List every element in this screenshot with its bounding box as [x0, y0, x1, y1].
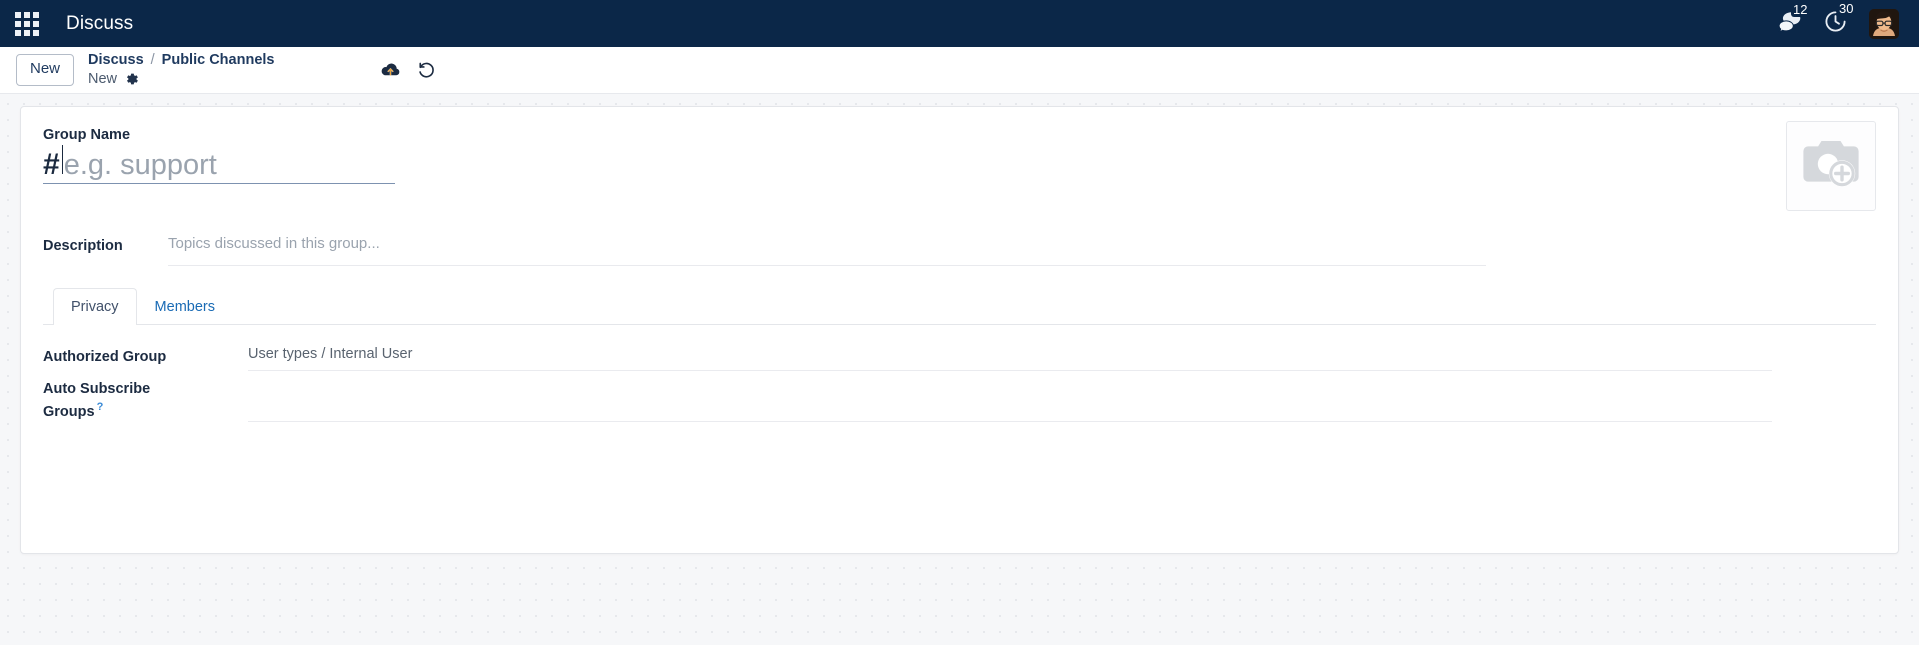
auto-subscribe-groups-row: Auto Subscribe Groups? — [43, 377, 1876, 423]
activities-count-badge: 30 — [1837, 0, 1856, 16]
breadcrumb-item-public-channels[interactable]: Public Channels — [162, 51, 275, 70]
tab-members[interactable]: Members — [137, 288, 233, 325]
navbar-right-actions: 12 30 — [1777, 0, 1905, 39]
sheet-area: Group Name # e.g. support Description To… — [0, 94, 1919, 554]
notebook-tabs: Privacy Members — [43, 288, 1876, 325]
group-name-placeholder: e.g. support — [63, 149, 217, 181]
description-placeholder: Topics discussed in this group... — [168, 235, 380, 252]
top-navbar: Discuss 12 30 — [0, 0, 1919, 47]
app-root: Discuss 12 30 New Discuss / Public Chann… — [0, 0, 1919, 645]
apps-grid-icon[interactable] — [14, 11, 40, 37]
new-button[interactable]: New — [16, 54, 75, 86]
camera-plus-icon — [1800, 137, 1862, 196]
title-row: Group Name # e.g. support — [43, 121, 1876, 211]
auto-subscribe-groups-input[interactable] — [248, 377, 1772, 422]
activities-menu[interactable]: 30 — [1824, 0, 1856, 38]
avatar[interactable] — [1869, 8, 1899, 39]
app-title[interactable]: Discuss — [66, 13, 133, 35]
question-mark-icon[interactable]: ? — [97, 401, 104, 413]
group-name-input[interactable]: # e.g. support — [43, 145, 395, 185]
auto-subscribe-groups-label: Auto Subscribe Groups? — [43, 377, 203, 423]
tab-privacy[interactable]: Privacy — [53, 288, 137, 325]
description-input[interactable]: Topics discussed in this group... — [168, 235, 1486, 266]
breadcrumb-current-row: New — [88, 70, 274, 89]
authorized-group-label: Authorized Group — [43, 348, 167, 365]
image-upload-widget[interactable] — [1786, 121, 1876, 211]
breadcrumb-current: New — [88, 71, 118, 87]
undo-arrow-icon[interactable] — [417, 61, 436, 79]
record-actions — [380, 61, 436, 79]
description-label: Description — [43, 238, 123, 254]
form-sheet: Group Name # e.g. support Description To… — [20, 106, 1899, 554]
breadcrumb-item-discuss[interactable]: Discuss — [88, 51, 144, 70]
description-field: Description Topics discussed in this gro… — [43, 235, 1876, 266]
text-caret — [61, 145, 63, 174]
authorized-group-row: Authorized Group User types / Internal U… — [43, 345, 1876, 371]
breadcrumb-path: Discuss / Public Channels — [88, 51, 274, 70]
breadcrumb-separator: / — [150, 52, 155, 69]
group-name-field: Group Name # e.g. support — [43, 127, 1786, 185]
authorized-group-input[interactable]: User types / Internal User — [248, 345, 1772, 371]
authorized-group-value: User types / Internal User — [248, 345, 413, 362]
control-panel: New Discuss / Public Channels New — [0, 47, 1919, 94]
hash-prefix-icon: # — [43, 148, 60, 181]
messages-menu[interactable]: 12 — [1777, 1, 1810, 37]
cloud-upload-icon[interactable] — [380, 62, 401, 79]
gear-icon[interactable] — [125, 72, 139, 86]
group-name-label: Group Name — [43, 127, 131, 143]
messages-count-badge: 12 — [1791, 1, 1810, 17]
breadcrumb: Discuss / Public Channels New — [88, 51, 274, 88]
privacy-tab-content: Authorized Group User types / Internal U… — [43, 345, 1876, 423]
